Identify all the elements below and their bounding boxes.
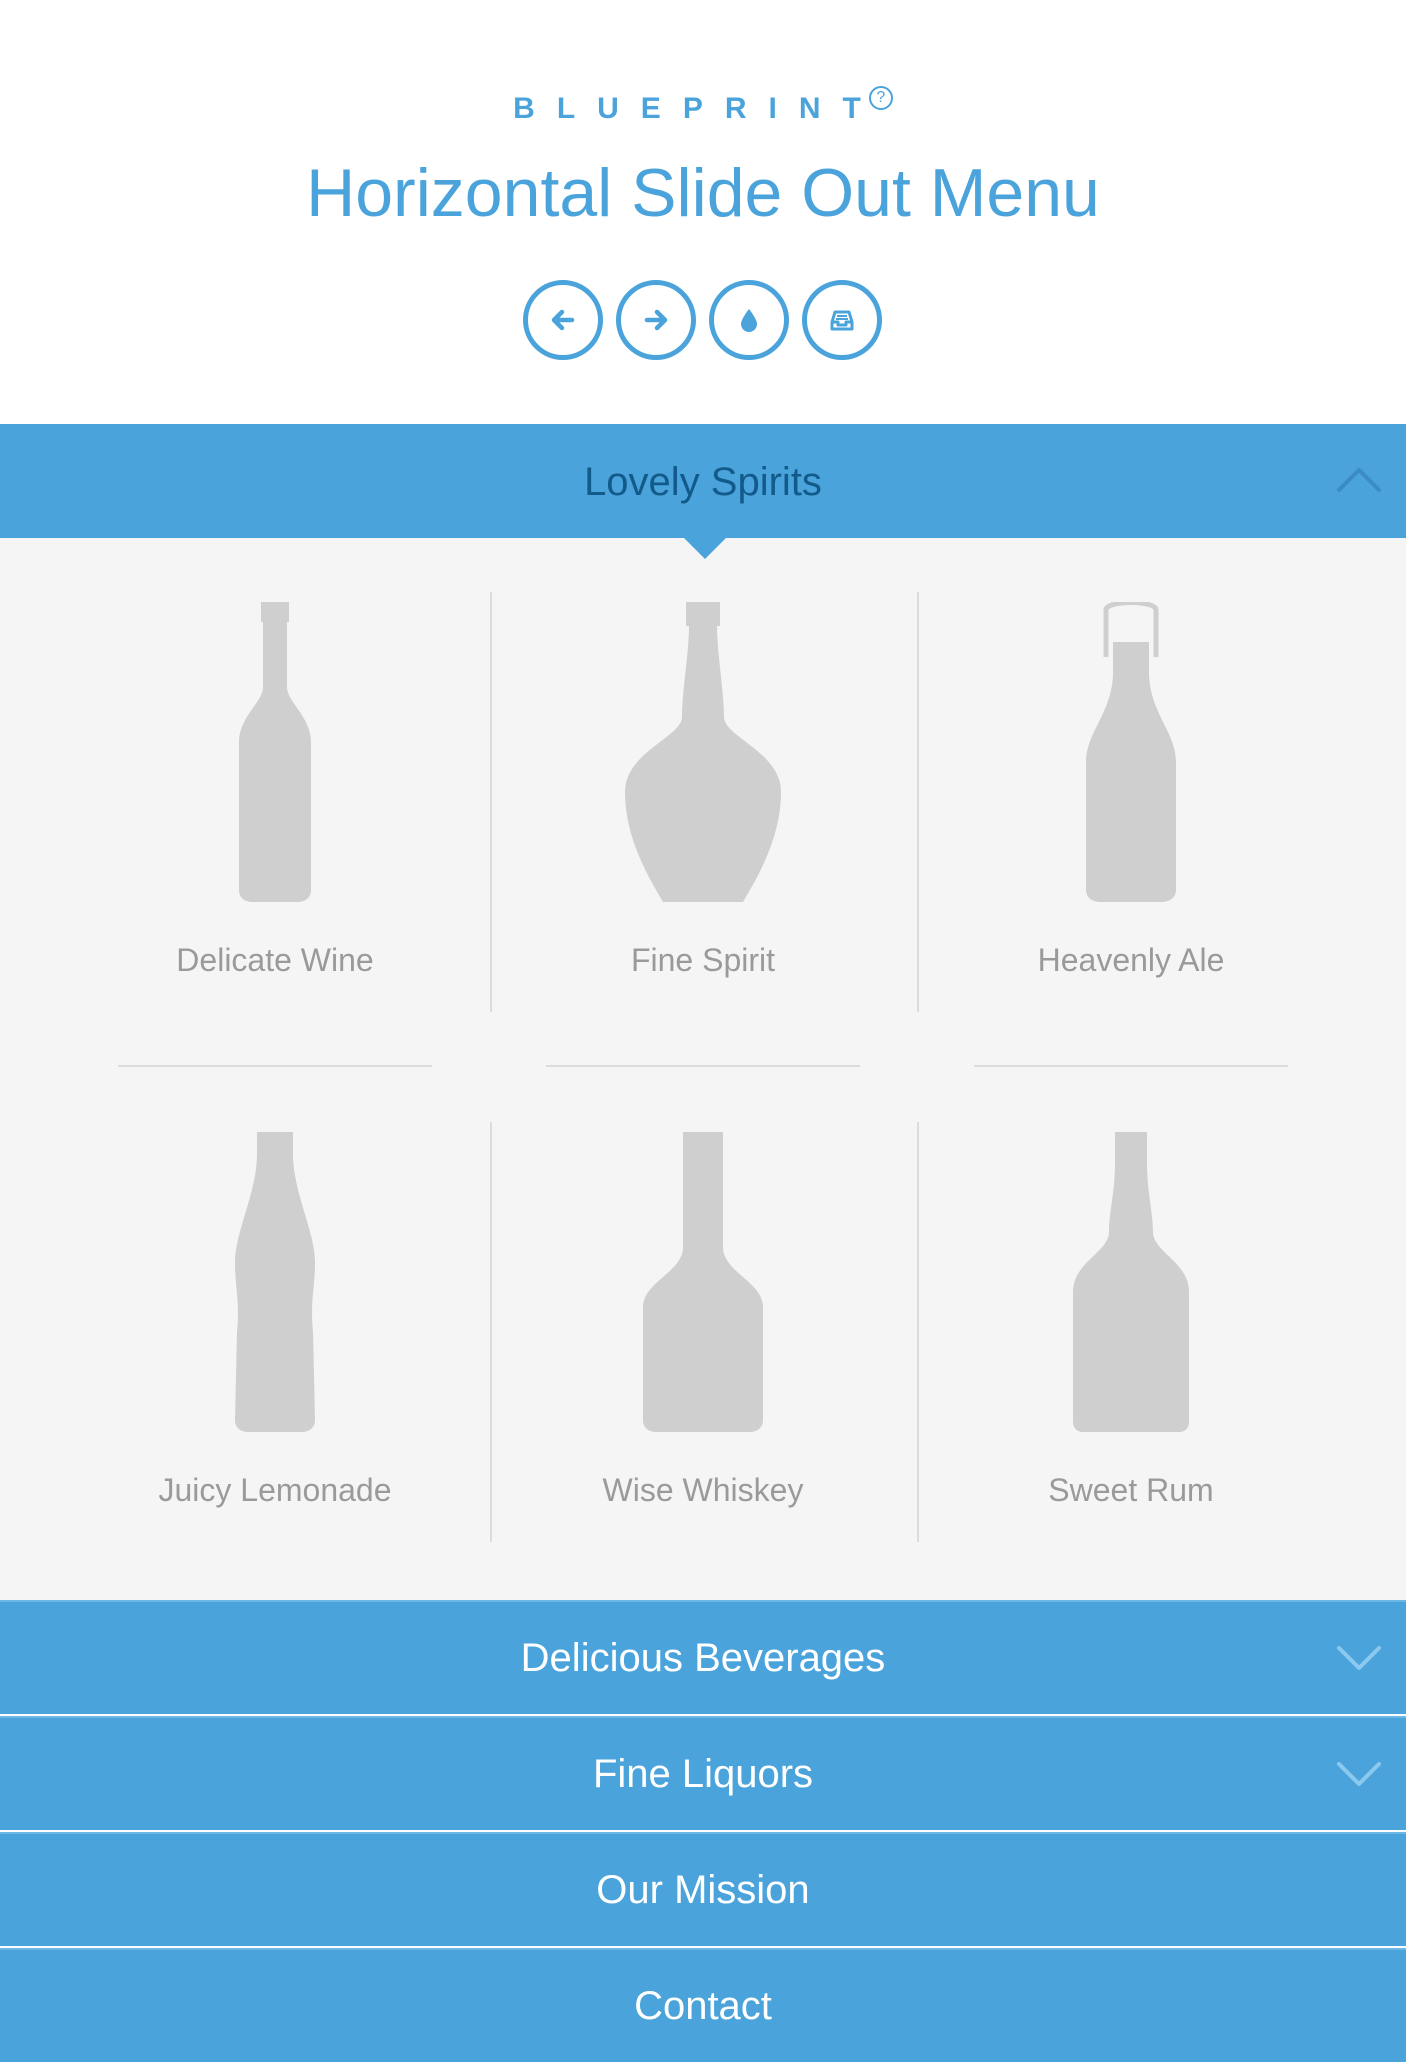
menu-item-label: Juicy Lemonade <box>158 1472 392 1508</box>
inbox-icon <box>830 310 854 331</box>
chevron-down-icon[interactable] <box>1336 1760 1382 1790</box>
menu-section-label: Contact <box>634 1984 772 2028</box>
brand-logo[interactable]: BLUEPRINT? <box>0 86 1406 126</box>
menu-section-label: Fine Liquors <box>592 1752 814 1796</box>
menu-section-label: Our Mission <box>596 1868 810 1912</box>
chevron-down-icon[interactable] <box>1336 1644 1382 1674</box>
previous-demo-button[interactable] <box>523 280 603 360</box>
page-header: BLUEPRINT? Horizontal Slide Out Menu <box>0 0 1406 424</box>
menu-item-label: Heavenly Ale <box>1037 942 1225 978</box>
lemonade-bottle-icon <box>235 1132 315 1432</box>
next-demo-button[interactable] <box>616 280 696 360</box>
drop-icon <box>741 309 757 332</box>
page-title: Horizontal Slide Out Menu <box>306 155 1100 231</box>
brand-name: BLUEPRINT <box>513 92 883 125</box>
wine-bottle-icon <box>239 602 311 902</box>
menu-item-fine-spirit[interactable]: Fine Spirit <box>488 582 918 1002</box>
menu-section-label: Lovely Spirits <box>584 460 822 504</box>
codrops-button[interactable] <box>709 280 789 360</box>
active-section-pointer <box>683 537 727 559</box>
menu-item-sweet-rum[interactable]: Sweet Rum <box>916 1112 1346 1532</box>
menu-item-label: Fine Spirit <box>630 942 776 978</box>
menu-section-label: Delicious Beverages <box>520 1636 886 1680</box>
archive-button[interactable] <box>802 280 882 360</box>
menu-item-delicate-wine[interactable]: Delicate Wine <box>60 582 490 1002</box>
divider <box>118 1065 432 1067</box>
help-icon[interactable]: ? <box>868 86 893 110</box>
demo-nav <box>523 280 883 360</box>
submenu-panel: Delicate Wine Fine Spirit Heavenly Ale J… <box>0 538 1406 1600</box>
menu-item-juicy-lemonade[interactable]: Juicy Lemonade <box>60 1112 490 1532</box>
menu-item-label: Sweet Rum <box>1048 1472 1214 1508</box>
rum-bottle-icon <box>1073 1132 1189 1432</box>
menu-section-fine-liquors[interactable]: Fine Liquors <box>0 1716 1406 1830</box>
whiskey-bottle-icon <box>643 1132 763 1432</box>
menu-item-heavenly-ale[interactable]: Heavenly Ale <box>916 582 1346 1002</box>
arrow-right-icon <box>644 309 668 331</box>
menu-section-delicious-beverages[interactable]: Delicious Beverages <box>0 1600 1406 1714</box>
menu-section-our-mission[interactable]: Our Mission <box>0 1832 1406 1946</box>
arrow-left-icon <box>551 309 575 331</box>
ale-bottle-icon <box>1086 602 1176 902</box>
menu-section-contact[interactable]: Contact <box>0 1948 1406 2062</box>
menu-item-label: Delicate Wine <box>176 942 374 978</box>
divider <box>974 1065 1288 1067</box>
divider <box>546 1065 860 1067</box>
menu-item-wise-whiskey[interactable]: Wise Whiskey <box>488 1112 918 1532</box>
spirit-bottle-icon <box>625 602 781 902</box>
chevron-up-icon[interactable] <box>1336 464 1382 494</box>
menu-item-label: Wise Whiskey <box>602 1472 804 1508</box>
menu-section-lovely-spirits[interactable]: Lovely Spirits <box>0 424 1406 538</box>
